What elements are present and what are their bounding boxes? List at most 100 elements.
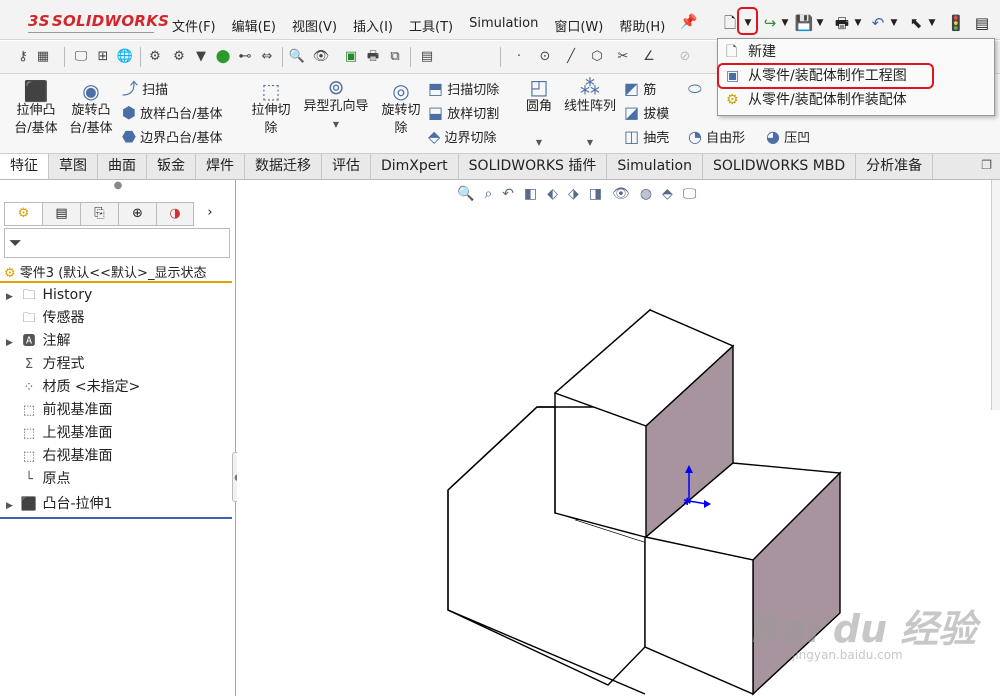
select-arrow-icon[interactable]: ⬉ bbox=[906, 13, 926, 33]
tab-sketch[interactable]: 草图 bbox=[49, 154, 98, 179]
menu-insert[interactable]: 插入(I) bbox=[353, 16, 393, 35]
freeform-button[interactable]: ◔ 自由形 bbox=[688, 128, 745, 147]
display-manager-tab-icon[interactable]: ◑ bbox=[156, 202, 194, 226]
revolve-cut-button[interactable]: ◎ 旋转切 除 bbox=[376, 81, 426, 138]
task-pane-strip[interactable] bbox=[991, 180, 1000, 410]
funnel-icon[interactable]: ▼ bbox=[192, 48, 210, 66]
hole-wizard-button[interactable]: ⊚ 异型孔向导 ▼ bbox=[298, 77, 374, 134]
rib-button[interactable]: ◩ 筋 bbox=[624, 80, 656, 99]
fillet-button[interactable]: ◰ 圆角 ▼ bbox=[520, 77, 558, 152]
gear-icon[interactable]: ⚙ bbox=[146, 48, 164, 66]
select-dropdown-arrow-icon[interactable]: ▼ bbox=[927, 13, 937, 33]
undo-icon[interactable]: ↶ bbox=[868, 13, 888, 33]
pin-icon[interactable]: 📌 bbox=[680, 14, 697, 30]
tab-evaluate[interactable]: 评估 bbox=[322, 154, 371, 179]
tree-item-material[interactable]: ⁘ 材质 <未指定> bbox=[6, 376, 141, 398]
tree-item-sensors[interactable]: 🗀 传感器 bbox=[6, 307, 84, 329]
boundary-cut-button[interactable]: ⬘ 边界切除 bbox=[428, 128, 496, 147]
boundary-boss-button[interactable]: ⬣ 边界凸台/基体 bbox=[122, 128, 223, 147]
properties-icon[interactable]: ▤ bbox=[418, 48, 436, 66]
shell-button[interactable]: ◫ 抽壳 bbox=[624, 128, 669, 147]
tree-item-history[interactable]: ▶ 🗀 History bbox=[6, 284, 92, 306]
tab-simulation[interactable]: Simulation bbox=[607, 154, 703, 179]
linear-pattern-button[interactable]: ⁂ 线性阵列 ▼ bbox=[560, 77, 620, 152]
menu-help[interactable]: 帮助(H) bbox=[619, 16, 665, 35]
feature-manager-tab-icon[interactable]: ⚙ bbox=[4, 202, 42, 226]
print-icon[interactable]: 🖶 bbox=[832, 13, 852, 33]
rollback-bar[interactable] bbox=[0, 517, 232, 519]
draft-button[interactable]: ◪ 拔模 bbox=[624, 104, 669, 123]
part-root-node[interactable]: ⚙ 零件3 (默认<<默认>_显示状态 bbox=[4, 262, 236, 282]
tree-filter[interactable]: ⏷ bbox=[4, 228, 230, 258]
loft-cut-button[interactable]: ⬓ 放样切割 bbox=[428, 104, 499, 123]
angle-icon[interactable]: ∠ bbox=[640, 48, 658, 66]
binoculars-icon[interactable]: 👁 bbox=[312, 48, 330, 66]
tab-solidworks-mbd[interactable]: SOLIDWORKS MBD bbox=[703, 154, 857, 179]
menu-window[interactable]: 窗口(W) bbox=[554, 16, 603, 35]
extrude-cut-button[interactable]: ⬚ 拉伸切 除 bbox=[246, 81, 296, 138]
revolve-boss-button[interactable]: ◉ 旋转凸 台/基体 bbox=[64, 81, 118, 138]
tab-analysis-prep[interactable]: 分析准备 bbox=[856, 154, 934, 179]
open-dropdown-arrow-icon[interactable]: ▼ bbox=[780, 13, 790, 33]
dimension-icon[interactable]: ⇔ bbox=[258, 48, 276, 66]
loft-boss-button[interactable]: ⬢ 放样凸台/基体 bbox=[122, 104, 223, 123]
line-icon[interactable]: ╱ bbox=[562, 48, 580, 66]
zoom-icon[interactable]: 🔍 bbox=[288, 48, 306, 66]
undo-dropdown-arrow-icon[interactable]: ▼ bbox=[889, 13, 899, 33]
monitor-icon[interactable]: 🖵 bbox=[72, 48, 90, 66]
expand-arrow-icon[interactable]: ▶ bbox=[6, 286, 20, 308]
fillet-dropdown-icon[interactable]: ▼ bbox=[520, 134, 558, 152]
configuration-manager-tab-icon[interactable]: ⎘ bbox=[80, 202, 118, 226]
tree-item-annotations[interactable]: ▶ 🅰 注解 bbox=[6, 330, 70, 352]
network-icon[interactable]: ⊞ bbox=[94, 48, 112, 66]
copy-icon[interactable]: ⧉ bbox=[386, 48, 404, 66]
save-dropdown-arrow-icon[interactable]: ▼ bbox=[815, 13, 825, 33]
tree-item-right-plane[interactable]: ⬚ 右视基准面 bbox=[6, 445, 113, 467]
sweep-cut-button[interactable]: ⬒ 扫描切除 bbox=[428, 80, 499, 99]
save-icon[interactable]: 💾 bbox=[794, 13, 814, 33]
sweep-button[interactable]: ⤴ 扫描 bbox=[122, 80, 168, 99]
property-manager-tab-icon[interactable]: ▤ bbox=[42, 202, 80, 226]
options-icon[interactable]: ▤ bbox=[972, 13, 992, 33]
key-icon[interactable]: ⚷ bbox=[14, 48, 32, 66]
excel-icon[interactable]: ▣ bbox=[342, 48, 360, 66]
tree-item-front-plane[interactable]: ⬚ 前视基准面 bbox=[6, 399, 113, 421]
linear-pattern-dropdown-icon[interactable]: ▼ bbox=[560, 134, 620, 152]
menu-edit[interactable]: 编辑(E) bbox=[232, 16, 276, 35]
tab-weldments[interactable]: 焊件 bbox=[196, 154, 245, 179]
hole-wizard-dropdown-icon[interactable]: ▼ bbox=[298, 116, 374, 134]
panel-grip-icon[interactable]: ● bbox=[0, 180, 236, 202]
measure-icon[interactable]: ⊷ bbox=[236, 48, 254, 66]
print-dropdown-arrow-icon[interactable]: ▼ bbox=[853, 13, 863, 33]
point-icon[interactable]: · bbox=[510, 48, 528, 66]
restore-window-icon[interactable]: ❐ bbox=[981, 158, 992, 172]
tree-item-top-plane[interactable]: ⬚ 上视基准面 bbox=[6, 422, 113, 444]
indent-button[interactable]: ◕ 压凹 bbox=[766, 128, 810, 147]
tab-surfaces[interactable]: 曲面 bbox=[98, 154, 147, 179]
tree-item-equations[interactable]: Σ 方程式 bbox=[6, 353, 85, 375]
tab-sheet-metal[interactable]: 钣金 bbox=[147, 154, 196, 179]
relation-icon[interactable]: ⊘ bbox=[676, 48, 694, 66]
open-icon[interactable]: ↪ bbox=[760, 13, 780, 33]
wrap-button[interactable]: ⬭ bbox=[688, 80, 702, 99]
tree-item-boss-extrude1[interactable]: ▶ ⬛ 凸台-拉伸1 bbox=[6, 493, 112, 515]
globe-icon[interactable]: 🌐 bbox=[116, 48, 134, 66]
menu-item-make-assembly-from-part[interactable]: ⚙ 从零件/装配体制作装配体 bbox=[726, 89, 907, 111]
polygon-icon[interactable]: ⬡ bbox=[588, 48, 606, 66]
location-pin-icon[interactable]: ⬤ bbox=[214, 48, 232, 66]
trim-icon[interactable]: ✂ bbox=[614, 48, 632, 66]
rebuild-icon[interactable]: 🚦 bbox=[946, 13, 966, 33]
tab-data-migration[interactable]: 数据迁移 bbox=[245, 154, 322, 179]
print-preview-icon[interactable]: 🖶 bbox=[364, 48, 382, 66]
dimxpert-manager-tab-icon[interactable]: ⊕ bbox=[118, 202, 156, 226]
menu-item-new[interactable]: 🗋 新建 bbox=[726, 41, 776, 63]
tab-features[interactable]: 特征 bbox=[0, 154, 49, 179]
expand-arrow-icon[interactable]: ▶ bbox=[6, 495, 20, 517]
gear-cog-icon[interactable]: ⚙ bbox=[170, 48, 188, 66]
menu-simulation[interactable]: Simulation bbox=[469, 16, 538, 35]
layer-icon[interactable]: ▦ bbox=[34, 48, 52, 66]
panel-more-arrow-icon[interactable]: › bbox=[194, 202, 226, 226]
tab-solidworks-addins[interactable]: SOLIDWORKS 插件 bbox=[459, 154, 608, 179]
menu-file[interactable]: 文件(F) bbox=[172, 16, 216, 35]
menu-view[interactable]: 视图(V) bbox=[292, 16, 337, 35]
